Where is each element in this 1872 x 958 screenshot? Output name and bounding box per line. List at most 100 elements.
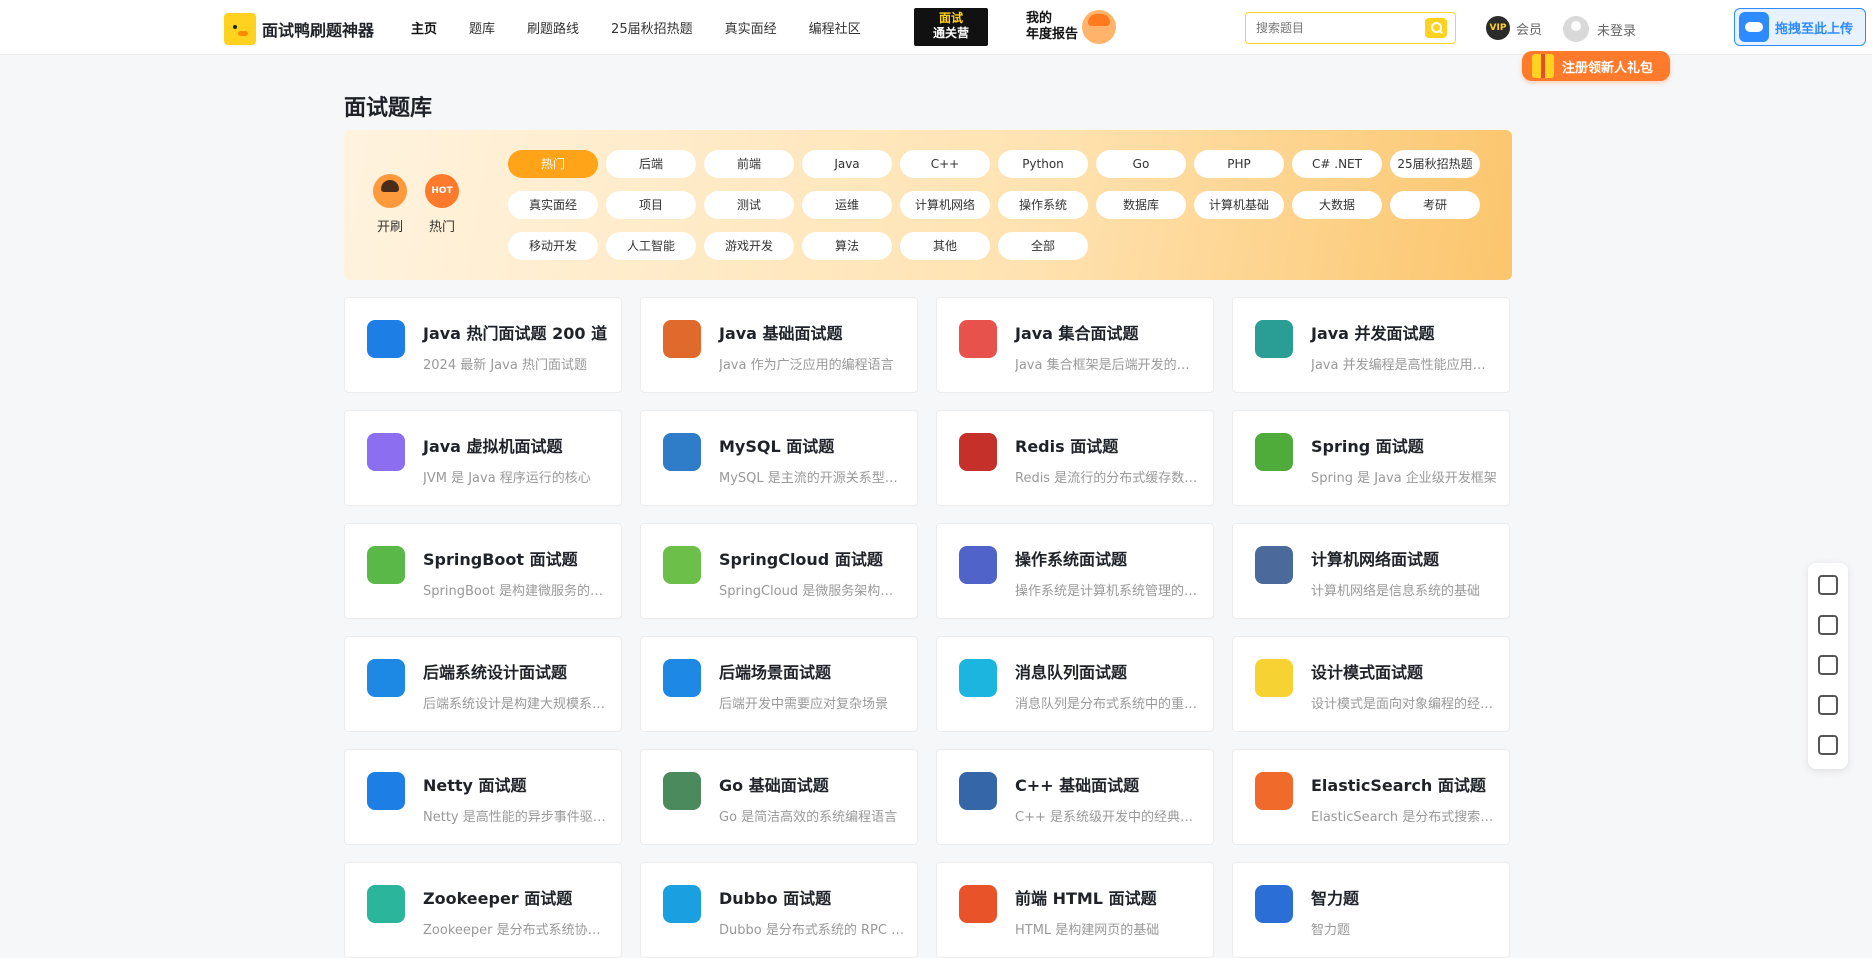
card-description: 操作系统是计算机系统管理的核心 xyxy=(1015,584,1201,599)
question-bank-card[interactable]: 设计模式面试题设计模式是面向对象编程的经验总结 xyxy=(1232,636,1510,732)
question-bank-card[interactable]: 前端 HTML 面试题 HTML 是构建网页的基础 xyxy=(936,862,1214,958)
card-title: SpringCloud 面试题 xyxy=(719,550,883,569)
question-bank-card[interactable]: Spring 面试题 Spring 是 Java 企业级开发框架 xyxy=(1232,410,1510,506)
question-bank-card[interactable]: Go 基础面试题 Go 是简洁高效的系统编程语言 xyxy=(640,749,918,845)
category-tag[interactable]: 25届秋招热题 xyxy=(1390,150,1480,178)
quick-hot-button[interactable]: HOT 热门 xyxy=(422,174,462,235)
quick-start-button[interactable]: 开刷 xyxy=(370,174,410,235)
category-tag[interactable]: C++ xyxy=(900,150,990,178)
category-tag[interactable]: Go xyxy=(1096,150,1186,178)
vip-entry[interactable]: VIP 会员 xyxy=(1486,16,1542,40)
question-bank-card[interactable]: 智力题 智力题 xyxy=(1232,862,1510,958)
clover-grid-icon xyxy=(663,659,701,697)
bootcamp-promo-top: 面试 xyxy=(938,11,963,25)
question-bank-card[interactable]: MySQL 面试题 MySQL 是主流的开源关系型数据库 xyxy=(640,410,918,506)
category-tag[interactable]: 考研 xyxy=(1390,191,1480,219)
logo[interactable]: 面试鸭刷题神器 xyxy=(224,13,374,45)
category-tag[interactable]: 移动开发 xyxy=(508,232,598,260)
avatar xyxy=(1563,16,1589,42)
network-globe-icon xyxy=(1255,546,1293,584)
mobile-icon[interactable] xyxy=(1818,655,1838,675)
question-bank-card[interactable]: Java 基础面试题 Java 作为广泛应用的编程语言 xyxy=(640,297,918,393)
question-bank-card[interactable]: Zookeeper 面试题 Zookeeper 是分布式系统协调服务 xyxy=(344,862,622,958)
category-tag[interactable]: 真实面经 xyxy=(508,191,598,219)
category-tag[interactable]: 项目 xyxy=(606,191,696,219)
login-entry[interactable]: 未登录 xyxy=(1563,16,1636,42)
side-toolbar xyxy=(1808,563,1848,769)
nav-home[interactable]: 主页 xyxy=(411,18,438,38)
category-tag[interactable]: 人工智能 xyxy=(606,232,696,260)
question-bank-card[interactable]: 后端系统设计面试题后端系统设计是构建大规模系统的关键 xyxy=(344,636,622,732)
card-description: HTML 是构建网页的基础 xyxy=(1015,923,1160,938)
card-description: 智力题 xyxy=(1311,923,1351,938)
question-bank-card[interactable]: 消息队列面试题消息队列是分布式系统中的重要组件 xyxy=(936,636,1214,732)
question-bank-card[interactable]: Netty 面试题 Netty 是高性能的异步事件驱动框架 xyxy=(344,749,622,845)
question-bank-card[interactable]: Redis 面试题 Redis 是流行的分布式缓存数据库 xyxy=(936,410,1214,506)
category-tag[interactable]: 后端 xyxy=(606,150,696,178)
edit-icon[interactable] xyxy=(1818,695,1838,715)
category-tag[interactable]: 前端 xyxy=(704,150,794,178)
bootcamp-promo-banner[interactable]: 面试 通关营 xyxy=(914,8,988,46)
vip-badge-icon: VIP xyxy=(1486,16,1510,40)
category-tag[interactable]: 测试 xyxy=(704,191,794,219)
card-title: Java 并发面试题 xyxy=(1311,324,1435,343)
card-title: Netty 面试题 xyxy=(423,776,527,795)
category-tag[interactable]: 运维 xyxy=(802,191,892,219)
category-tag[interactable]: Python xyxy=(998,150,1088,178)
card-description: 消息队列是分布式系统中的重要组件 xyxy=(1015,697,1201,712)
question-bank-card[interactable]: Java 虚拟机面试题 JVM 是 Java 程序运行的核心 xyxy=(344,410,622,506)
category-tag[interactable]: 热门 xyxy=(508,150,598,178)
card-title: 设计模式面试题 xyxy=(1311,663,1424,682)
card-description: SpringCloud 是微服务架构框架 xyxy=(719,584,905,599)
zookeeper-icon xyxy=(367,885,405,923)
card-description: Redis 是流行的分布式缓存数据库 xyxy=(1015,471,1201,486)
nav-campus-hot[interactable]: 25届秋招热题 xyxy=(611,18,693,37)
annual-report-text: 我的 年度报告 xyxy=(1026,11,1078,43)
category-tag[interactable]: 大数据 xyxy=(1292,191,1382,219)
annual-report-line1: 我的 xyxy=(1026,11,1053,26)
category-tag[interactable]: PHP xyxy=(1194,150,1284,178)
drag-upload-button[interactable]: 拖拽至此上传 xyxy=(1734,8,1866,46)
nav-study-path[interactable]: 刷题路线 xyxy=(527,18,579,37)
card-title: Redis 面试题 xyxy=(1015,437,1119,456)
question-bank-card[interactable]: Dubbo 面试题 Dubbo 是分布式系统的 RPC 框架 xyxy=(640,862,918,958)
top-header: 面试鸭刷题神器 主页 题库 刷题路线 25届秋招热题 真实面经 编程社区 面试 … xyxy=(0,0,1872,55)
wechat-icon[interactable] xyxy=(1818,615,1838,635)
question-bank-card[interactable]: SpringBoot 面试题 SpringBoot 是构建微服务的框架 xyxy=(344,523,622,619)
html5-shield-icon xyxy=(959,885,997,923)
nav-community[interactable]: 编程社区 xyxy=(809,18,861,37)
cpp-hexagon-icon xyxy=(959,772,997,810)
newcomer-gift-banner[interactable]: 注册领新人礼包 xyxy=(1522,51,1670,81)
dubbo-icon xyxy=(663,885,701,923)
annual-report-banner[interactable]: 我的 年度报告 xyxy=(1026,8,1126,46)
category-tag[interactable]: 计算机网络 xyxy=(900,191,990,219)
stack-layers-icon xyxy=(959,320,997,358)
category-tag[interactable]: 算法 xyxy=(802,232,892,260)
category-tag[interactable]: C# .NET xyxy=(1292,150,1382,178)
card-title: Java 虚拟机面试题 xyxy=(423,437,563,456)
question-bank-card[interactable]: Java 并发面试题 Java 并发编程是高性能应用的基础 xyxy=(1232,297,1510,393)
search-input[interactable] xyxy=(1246,13,1406,43)
search-icon[interactable] xyxy=(1425,18,1447,38)
category-tag[interactable]: 全部 xyxy=(998,232,1088,260)
question-bank-card[interactable]: 计算机网络面试题 计算机网络是信息系统的基础 xyxy=(1232,523,1510,619)
question-bank-card[interactable]: 后端场景面试题 后端开发中需要应对复杂场景 xyxy=(640,636,918,732)
category-tag[interactable]: 游戏开发 xyxy=(704,232,794,260)
headset-icon[interactable] xyxy=(1818,735,1838,755)
question-bank-card[interactable]: Java 热门面试题 200 道 2024 最新 Java 热门面试题 xyxy=(344,297,622,393)
category-tag[interactable]: 数据库 xyxy=(1096,191,1186,219)
category-tag[interactable]: 计算机基础 xyxy=(1194,191,1284,219)
category-tag[interactable]: 操作系统 xyxy=(998,191,1088,219)
nav-interview-experience[interactable]: 真实面经 xyxy=(725,18,777,37)
code-monitor-icon xyxy=(367,320,405,358)
customer-service-icon[interactable] xyxy=(1818,575,1838,595)
question-bank-card[interactable]: Java 集合面试题 Java 集合框架是后端开发的核心 xyxy=(936,297,1214,393)
category-tag[interactable]: 其他 xyxy=(900,232,990,260)
question-bank-card[interactable]: SpringCloud 面试题 SpringCloud 是微服务架构框架 xyxy=(640,523,918,619)
nav-question-bank[interactable]: 题库 xyxy=(469,18,495,37)
question-bank-card[interactable]: C++ 基础面试题 C++ 是系统级开发中的经典语言 xyxy=(936,749,1214,845)
quick-start-label: 开刷 xyxy=(376,220,403,235)
category-tag[interactable]: Java xyxy=(802,150,892,178)
question-bank-card[interactable]: 操作系统面试题 操作系统是计算机系统管理的核心 xyxy=(936,523,1214,619)
question-bank-card[interactable]: ElasticSearch 面试题 ElasticSearch 是分布式搜索引擎 xyxy=(1232,749,1510,845)
